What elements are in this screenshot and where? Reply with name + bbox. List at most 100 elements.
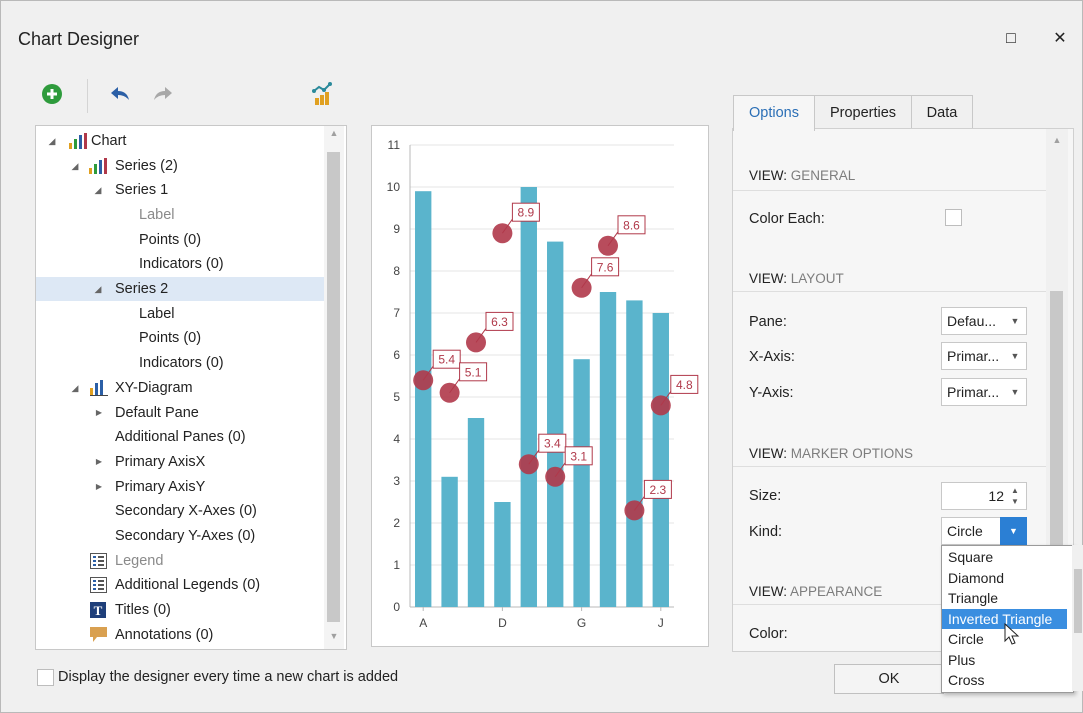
kind-label: Kind: [749, 524, 783, 540]
chevron-down-icon[interactable]: ▼ [1007, 308, 1023, 334]
dropdown-option-plus[interactable]: Plus [942, 650, 1067, 670]
data-label: 7.6 [597, 260, 614, 274]
scroll-thumb[interactable] [1074, 569, 1082, 633]
undo-button[interactable] [107, 81, 133, 107]
section-prefix: VIEW: [749, 446, 788, 461]
tree-item-additional-legends[interactable]: Additional Legends (0) [36, 573, 324, 597]
combo-value: Primar... [947, 348, 1000, 364]
section-name: LAYOUT [790, 271, 844, 286]
maximize-button[interactable]: □ [997, 25, 1025, 53]
scatter-point [492, 223, 513, 244]
xaxis-combo[interactable]: Primar... ▼ [941, 342, 1027, 370]
kind-combo[interactable]: Circle [941, 517, 1000, 545]
y-tick-label: 4 [393, 432, 400, 446]
tree-item-xy-diagram[interactable]: ◢ XY-Diagram [36, 376, 324, 400]
collapse-arrow-icon[interactable]: ◢ [92, 277, 104, 301]
tree-item-chart[interactable]: ◢ Chart [36, 129, 324, 153]
tree-item-series[interactable]: ◢ Series (2) [36, 154, 324, 178]
chart-elements-tree[interactable]: ◢ Chart ◢ Series (2) ◢ Series 1 Label Po… [35, 125, 347, 650]
data-label: 5.1 [465, 365, 482, 379]
close-button[interactable]: ✕ [1046, 25, 1074, 53]
tab-options[interactable]: Options [733, 95, 815, 131]
bar [415, 191, 432, 607]
chevron-down-icon[interactable]: ▼ [1007, 379, 1023, 405]
spinner-arrows-icon[interactable]: ▲ ▼ [1007, 485, 1023, 507]
xaxis-label: X-Axis: [749, 349, 795, 365]
tree-item-legend[interactable]: Legend [36, 549, 324, 573]
kind-dropdown-list[interactable]: Square Diamond Triangle Inverted Triangl… [941, 545, 1074, 693]
y-tick-label: 3 [393, 474, 400, 488]
pane-label: Pane: [749, 314, 787, 330]
pane-combo[interactable]: Defau... ▼ [941, 307, 1027, 335]
chevron-down-icon[interactable]: ▼ [1007, 343, 1023, 369]
tab-data[interactable]: Data [911, 95, 973, 130]
add-icon [42, 84, 62, 104]
tree-item-indicators-2[interactable]: Indicators (0) [36, 351, 324, 375]
dropdown-scrollbar[interactable] [1072, 545, 1083, 691]
tree-item-label-2[interactable]: Label [36, 302, 324, 326]
tree-item-annotations[interactable]: Annotations (0) [36, 623, 324, 647]
x-tick-label: J [658, 616, 664, 630]
tree-item-label: Indicators (0) [139, 355, 224, 371]
y-tick-label: 7 [393, 306, 400, 320]
tree-item-primary-axisy[interactable]: ▶ Primary AxisY [36, 475, 324, 499]
yaxis-label: Y-Axis: [749, 385, 794, 401]
annotation-icon [90, 627, 107, 642]
window-title: Chart Designer [18, 29, 140, 49]
tree-item-label: Label [139, 207, 175, 223]
bar [652, 313, 669, 607]
dropdown-option-triangle[interactable]: Triangle [942, 588, 1067, 608]
tree-item-indicators-1[interactable]: Indicators (0) [36, 252, 324, 276]
y-tick-label: 9 [393, 222, 400, 236]
tree-item-label: Additional Panes (0) [115, 429, 246, 445]
collapse-arrow-icon[interactable]: ◢ [46, 129, 58, 153]
show-designer-label: Display the designer every time a new ch… [58, 669, 399, 685]
data-label: 5.4 [438, 353, 455, 367]
expand-arrow-icon[interactable]: ▶ [93, 450, 105, 474]
tree-item-label: Secondary Y-Axes (0) [115, 528, 256, 544]
tree-item-points-1[interactable]: Points (0) [36, 228, 324, 252]
bar [494, 502, 511, 607]
kind-dropdown-button[interactable]: ▼ [1000, 517, 1027, 545]
undo-icon [111, 87, 129, 100]
tree-item-secondary-x-axes[interactable]: Secondary X-Axes (0) [36, 499, 324, 523]
collapse-arrow-icon[interactable]: ◢ [69, 154, 81, 178]
scroll-thumb[interactable] [327, 152, 340, 622]
collapse-arrow-icon[interactable]: ◢ [69, 376, 81, 400]
expand-arrow-icon[interactable]: ▶ [93, 401, 105, 425]
tree-item-default-pane[interactable]: ▶ Default Pane [36, 401, 324, 425]
ok-button[interactable]: OK [834, 664, 944, 694]
redo-button[interactable] [150, 81, 176, 107]
tree-item-primary-axisx[interactable]: ▶ Primary AxisX [36, 450, 324, 474]
y-tick-label: 0 [393, 600, 400, 614]
dropdown-option-cross[interactable]: Cross [942, 670, 1067, 690]
tree-item-label: Indicators (0) [139, 256, 224, 272]
scroll-up-icon[interactable]: ▲ [1046, 135, 1068, 145]
y-tick-label: 10 [387, 180, 401, 194]
show-designer-checkbox[interactable] [37, 669, 54, 686]
dropdown-option-diamond[interactable]: Diamond [942, 568, 1067, 588]
collapse-arrow-icon[interactable]: ◢ [92, 178, 104, 202]
combo-value: Defau... [947, 313, 997, 329]
add-button[interactable] [39, 81, 65, 107]
tree-item-titles[interactable]: T Titles (0) [36, 598, 324, 622]
toolbar-separator [87, 79, 88, 113]
tree-item-points-2[interactable]: Points (0) [36, 326, 324, 350]
size-spinner[interactable]: 12 ▲ ▼ [941, 482, 1027, 510]
color-each-checkbox[interactable] [945, 209, 962, 226]
tree-item-additional-panes[interactable]: Additional Panes (0) [36, 425, 324, 449]
scatter-point [545, 466, 566, 487]
scroll-down-icon[interactable]: ▼ [324, 631, 344, 641]
yaxis-combo[interactable]: Primar... ▼ [941, 378, 1027, 406]
tree-item-series-1[interactable]: ◢ Series 1 [36, 178, 324, 202]
tab-properties[interactable]: Properties [814, 95, 912, 130]
tree-item-secondary-y-axes[interactable]: Secondary Y-Axes (0) [36, 524, 324, 548]
scroll-up-icon[interactable]: ▲ [324, 128, 344, 138]
tree-item-series-2[interactable]: ◢ Series 2 [36, 277, 324, 301]
tree-item-label: Chart [91, 133, 127, 149]
expand-arrow-icon[interactable]: ▶ [93, 475, 105, 499]
tree-item-label-1[interactable]: Label [36, 203, 324, 227]
dropdown-option-square[interactable]: Square [942, 547, 1067, 567]
chart-wizard-button[interactable] [309, 81, 335, 107]
tree-scrollbar[interactable]: ▲ ▼ [324, 126, 344, 649]
